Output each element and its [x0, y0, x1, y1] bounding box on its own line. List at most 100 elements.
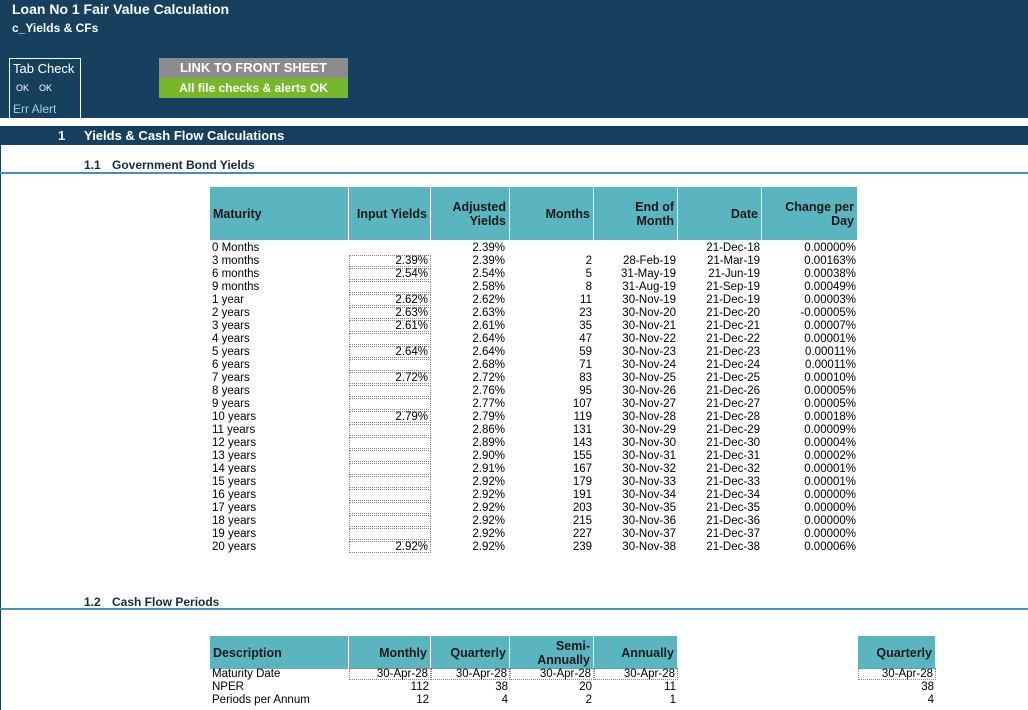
- cell-date: 21-Dec-29: [706, 424, 760, 436]
- cell-input-yield[interactable]: [349, 476, 431, 488]
- cell-input-yield[interactable]: 2.72%: [349, 372, 431, 384]
- cell-end-of-month: 30-Nov-25: [622, 372, 676, 384]
- cell-input-yield[interactable]: 2.79%: [349, 411, 431, 423]
- cell-maturity: 16 years: [212, 489, 257, 501]
- cell-input-yield[interactable]: 2.64%: [349, 346, 431, 358]
- cell-change-per-day: 0.00009%: [804, 424, 856, 436]
- cell-change-per-day: 0.00000%: [804, 242, 856, 254]
- cell-input-yield[interactable]: 2.61%: [349, 320, 431, 332]
- col-header-change-per-day: Change per Day: [762, 187, 858, 240]
- cell-adjusted-yield: 2.68%: [472, 359, 505, 371]
- cell-adjusted-yield: 2.62%: [472, 294, 505, 306]
- cell-end-of-month: 30-Nov-28: [622, 411, 676, 423]
- cell-months: 215: [572, 515, 592, 527]
- cell-input-yield[interactable]: 2.92%: [349, 541, 431, 553]
- cell-change-per-day: 0.00038%: [804, 268, 856, 280]
- cell-input-yield[interactable]: 2.62%: [349, 294, 431, 306]
- cell-months: 8: [585, 281, 592, 293]
- cell-input-yield[interactable]: 2.63%: [349, 307, 431, 319]
- cell-end-of-month: [594, 242, 678, 255]
- col-header-end-of-month: End of Month: [594, 187, 678, 240]
- cf-cell-semi-annually: 2: [585, 694, 592, 706]
- cell-change-per-day: 0.00000%: [804, 502, 856, 514]
- cell-input-yield[interactable]: [349, 463, 431, 475]
- sheet-left-border: [0, 145, 1, 710]
- cell-input-yield[interactable]: 2.54%: [349, 268, 431, 280]
- cell-adjusted-yield: 2.64%: [472, 333, 505, 345]
- cell-maturity: 18 years: [212, 515, 257, 527]
- cell-change-per-day: 0.00001%: [804, 476, 856, 488]
- cell-input-yield[interactable]: [349, 450, 431, 462]
- cell-months: 35: [579, 320, 592, 332]
- cell-maturity: 17 years: [212, 502, 257, 514]
- cell-input-yield[interactable]: [349, 437, 431, 449]
- cell-date: 21-Dec-23: [706, 346, 760, 358]
- cell-end-of-month: 30-Nov-30: [622, 437, 676, 449]
- cell-end-of-month: 30-Nov-35: [622, 502, 676, 514]
- tab-check-title: Tab Check: [13, 61, 75, 76]
- cell-change-per-day: 0.00003%: [804, 294, 856, 306]
- cell-date: 21-Dec-32: [706, 463, 760, 475]
- cell-change-per-day: 0.00049%: [804, 281, 856, 293]
- cell-months: 131: [572, 424, 592, 436]
- cell-end-of-month: 30-Nov-22: [622, 333, 676, 345]
- cell-adjusted-yield: 2.92%: [472, 515, 505, 527]
- cell-input-yield[interactable]: 2.39%: [349, 255, 431, 267]
- col-header-months: Months: [510, 187, 594, 240]
- cell-months: 71: [579, 359, 592, 371]
- link-to-front-sheet-button[interactable]: LINK TO FRONT SHEET: [159, 58, 348, 78]
- cell-months: 47: [579, 333, 592, 345]
- cell-end-of-month: 30-Nov-38: [622, 541, 676, 553]
- cell-end-of-month: 30-Nov-23: [622, 346, 676, 358]
- cf-col-header-quarterly: Quarterly: [431, 636, 510, 669]
- cell-date: 21-Dec-25: [706, 372, 760, 384]
- cell-input-yield[interactable]: [349, 424, 431, 436]
- cell-change-per-day: 0.00005%: [804, 385, 856, 397]
- cell-input-yield[interactable]: [349, 359, 431, 371]
- cf-cell-side-quarterly: 4: [927, 694, 934, 706]
- cf-cell-quarterly[interactable]: 30-Apr-28: [431, 668, 510, 680]
- cell-input-yield[interactable]: [349, 515, 431, 527]
- cf-cell-annually: 11: [664, 681, 676, 693]
- cf-cell-semi-annually[interactable]: 30-Apr-28: [510, 668, 594, 680]
- section-number: 1: [58, 128, 66, 143]
- cell-date: 21-Sep-19: [706, 281, 760, 293]
- cell-adjusted-yield: 2.92%: [472, 502, 505, 514]
- cell-input-yield[interactable]: [349, 398, 431, 410]
- cell-maturity: 4 years: [212, 333, 250, 345]
- cell-maturity: 5 years: [212, 346, 250, 358]
- cell-adjusted-yield: 2.58%: [472, 281, 505, 293]
- cell-end-of-month: 31-May-19: [621, 268, 676, 280]
- file-checks-status-button[interactable]: All file checks & alerts OK: [159, 78, 348, 98]
- sheet-header: Loan No 1 Fair Value Calculation c_Yield…: [0, 0, 1028, 120]
- cell-change-per-day: 0.00007%: [804, 320, 856, 332]
- cell-input-yield[interactable]: [349, 333, 431, 345]
- cell-adjusted-yield: 2.79%: [472, 411, 505, 423]
- cell-input-yield[interactable]: [349, 281, 431, 293]
- cf-col-header-description: Description: [210, 636, 349, 669]
- cell-change-per-day: 0.00001%: [804, 333, 856, 345]
- subsection-divider: [0, 172, 1028, 174]
- cell-input-yield[interactable]: [349, 528, 431, 540]
- cell-end-of-month: 30-Nov-31: [622, 450, 676, 462]
- cell-input-yield[interactable]: [349, 502, 431, 514]
- cf-col-header-annually: Annually: [594, 636, 678, 669]
- tab-check-ok-2: OK: [39, 83, 53, 93]
- cf-cell-side-quarterly[interactable]: 30-Apr-28: [858, 668, 936, 680]
- cell-date: 21-Dec-37: [706, 528, 760, 540]
- cell-adjusted-yield: 2.92%: [472, 528, 505, 540]
- cell-input-yield[interactable]: [349, 385, 431, 397]
- cf-cell-monthly[interactable]: 30-Apr-28: [349, 668, 431, 680]
- cell-maturity: 15 years: [212, 476, 257, 488]
- cell-adjusted-yield: 2.91%: [472, 463, 505, 475]
- cell-months: 239: [572, 541, 592, 553]
- cell-end-of-month: 30-Nov-26: [622, 385, 676, 397]
- cf-cell-annually[interactable]: 30-Apr-28: [594, 668, 678, 680]
- cell-input-yield[interactable]: [349, 489, 431, 501]
- cell-end-of-month: 30-Nov-29: [622, 424, 676, 436]
- cell-adjusted-yield: 2.72%: [472, 372, 505, 384]
- cf-cell-annually: 1: [669, 694, 676, 706]
- col-header-adjusted-yields: Adjusted Yields: [431, 187, 510, 240]
- cell-change-per-day: 0.00004%: [804, 437, 856, 449]
- cell-change-per-day: 0.00018%: [804, 411, 856, 423]
